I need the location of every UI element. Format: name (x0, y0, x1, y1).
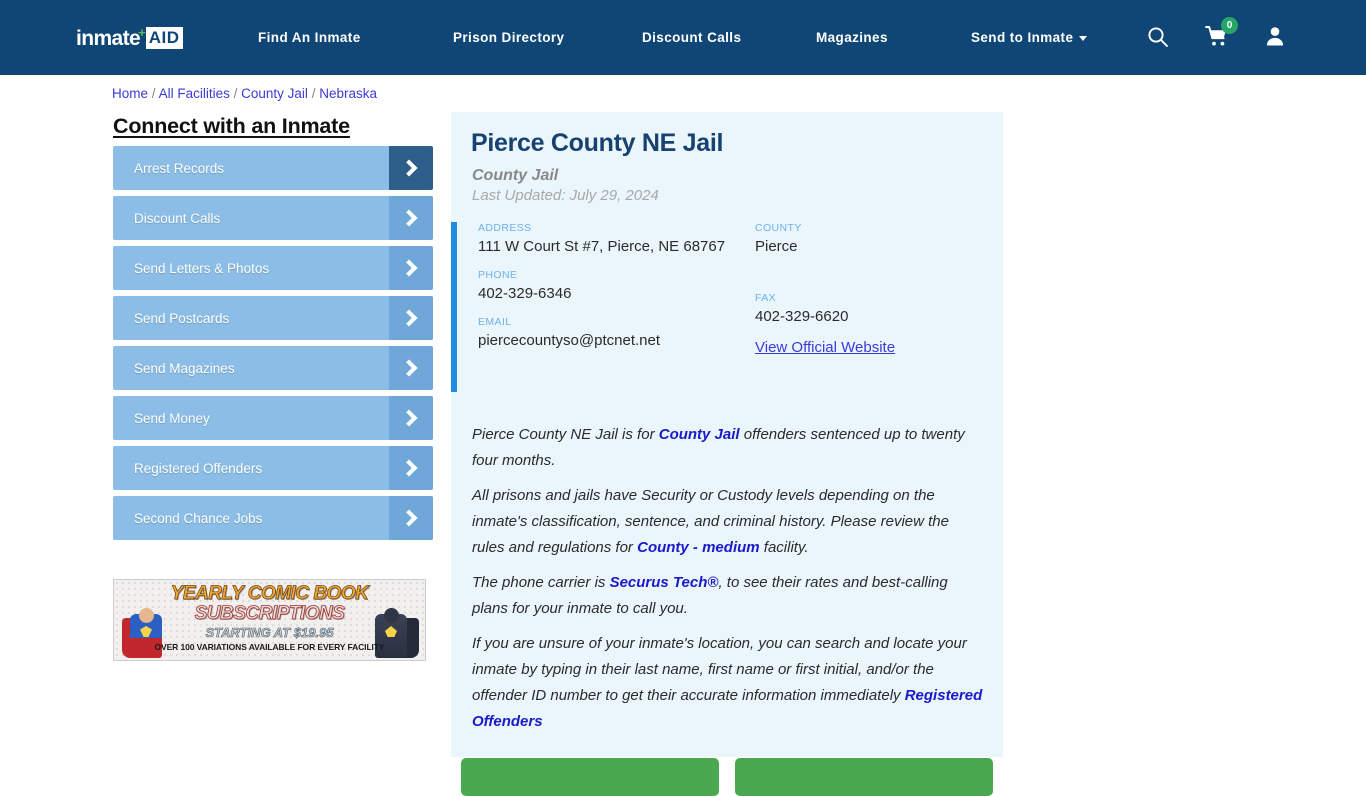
sidebar-item-label: Arrest Records (134, 160, 225, 176)
sidebar-item-send-letters-photos[interactable]: Send Letters & Photos (113, 246, 433, 290)
nav-item-find-an-inmate[interactable]: Find An Inmate (258, 30, 361, 45)
comic-book-ad-banner[interactable]: YEARLY COMIC BOOK SUBSCRIPTIONS STARTING… (113, 579, 426, 661)
nav-item-send-to-inmate[interactable]: Send to Inmate (971, 30, 1088, 45)
facility-type: County Jail (472, 167, 559, 184)
breadcrumb-item-home[interactable]: Home (112, 86, 148, 101)
cta-button-row (461, 758, 993, 796)
nav-item-discount-calls[interactable]: Discount Calls (642, 30, 741, 45)
chevron-right-icon (389, 146, 433, 190)
p2-text-c: facility. (759, 539, 809, 556)
p1-emphasis-county-jail: County Jail (658, 426, 740, 443)
county-label: COUNTY (755, 222, 802, 234)
logo-aid: AID (145, 27, 184, 49)
cta-button-secondary[interactable] (735, 758, 993, 796)
chevron-right-icon (389, 246, 433, 290)
info-column-right: COUNTY Pierce FAX 402-329-6620 View Offi… (755, 222, 985, 357)
breadcrumb-item-nebraska[interactable]: Nebraska (319, 86, 377, 101)
user-icon[interactable] (1264, 25, 1286, 52)
address-label: ADDRESS (478, 222, 532, 234)
sidebar-item-send-postcards[interactable]: Send Postcards (113, 296, 433, 340)
accent-bar (451, 222, 457, 392)
p4-text-a: If you are unsure of your inmate's locat… (472, 635, 967, 704)
ad-price-line: STARTING AT $19.95 (205, 625, 334, 641)
sidebar-menu: Arrest Records Discount Calls Send Lette… (113, 146, 433, 546)
sidebar-item-registered-offenders[interactable]: Registered Offenders (113, 446, 433, 490)
search-icon[interactable] (1147, 26, 1169, 53)
ad-subtext-line: OVER 100 VARIATIONS AVAILABLE FOR EVERY … (154, 642, 385, 652)
cart-icon[interactable]: 0 (1205, 17, 1238, 53)
sidebar-item-send-magazines[interactable]: Send Magazines (113, 346, 433, 390)
phone-label: PHONE (478, 269, 518, 281)
sidebar-item-send-money[interactable]: Send Money (113, 396, 433, 440)
sidebar-item-label: Second Chance Jobs (134, 510, 263, 526)
nav-item-send-to-inmate-label: Send to Inmate (971, 30, 1074, 45)
p2-emphasis-county-medium: County - medium (637, 539, 760, 556)
chevron-right-icon (389, 346, 433, 390)
breadcrumb-separator: / (311, 86, 316, 101)
nav-item-prison-directory[interactable]: Prison Directory (453, 30, 564, 45)
sidebar-item-discount-calls[interactable]: Discount Calls (113, 196, 433, 240)
county-value: Pierce (755, 238, 798, 255)
breadcrumb: Home / All Facilities / County Jail / Ne… (112, 86, 377, 101)
sidebar-item-label: Send Magazines (134, 360, 235, 376)
fax-label: FAX (755, 292, 777, 304)
breadcrumb-item-county-jail[interactable]: County Jail (241, 86, 308, 101)
info-column-left: ADDRESS 111 W Court St #7, Pierce, NE 68… (478, 222, 728, 363)
chevron-right-icon (389, 396, 433, 440)
ad-headline-line1: YEARLY COMIC BOOK (170, 583, 369, 605)
site-logo[interactable]: inmate + AID (76, 25, 184, 50)
email-field: EMAIL piercecountyso@ptcnet.net (478, 316, 728, 351)
address-field: ADDRESS 111 W Court St #7, Pierce, NE 68… (478, 222, 728, 257)
sidebar-item-label: Send Money (134, 410, 210, 426)
description-paragraph-4: If you are unsure of your inmate's locat… (472, 631, 984, 735)
ad-headline-line2: SUBSCRIPTIONS (194, 603, 345, 625)
logo-word: inmate (76, 26, 141, 50)
cart-count-badge: 0 (1221, 17, 1238, 34)
fax-value: 402-329-6620 (755, 308, 849, 325)
chevron-right-icon (389, 296, 433, 340)
facility-description: Pierce County NE Jail is for County Jail… (472, 422, 984, 744)
email-value: piercecountyso@ptcnet.net (478, 332, 660, 349)
p3-emphasis-securus-tech: Securus Tech® (609, 574, 719, 591)
facility-info-block: ADDRESS 111 W Court St #7, Pierce, NE 68… (451, 222, 1003, 392)
facility-detail-panel: Pierce County NE Jail County Jail Last U… (451, 112, 1003, 757)
phone-value: 402-329-6346 (478, 285, 572, 302)
chevron-right-icon (389, 496, 433, 540)
p1-text-a: Pierce County NE Jail is for (472, 426, 659, 443)
chevron-down-icon (1079, 36, 1088, 41)
phone-field: PHONE 402-329-6346 (478, 269, 728, 304)
sidebar-item-label: Send Letters & Photos (134, 260, 270, 276)
nav-item-magazines[interactable]: Magazines (816, 30, 888, 45)
sidebar-title: Connect with an Inmate (113, 114, 350, 138)
sidebar-item-arrest-records[interactable]: Arrest Records (113, 146, 433, 190)
description-paragraph-3: The phone carrier is Securus Tech®, to s… (472, 570, 984, 622)
logo-plus-icon: + (138, 25, 146, 40)
breadcrumb-separator: / (151, 86, 156, 101)
chevron-right-icon (389, 446, 433, 490)
fax-field: FAX 402-329-6620 (755, 292, 985, 327)
breadcrumb-item-all-facilities[interactable]: All Facilities (159, 86, 230, 101)
description-paragraph-1: Pierce County NE Jail is for County Jail… (472, 422, 984, 474)
email-label: EMAIL (478, 316, 512, 328)
page-title: Pierce County NE Jail (471, 129, 724, 157)
sidebar-item-label: Discount Calls (134, 210, 221, 226)
sidebar-item-label: Registered Offenders (134, 460, 263, 476)
sidebar-item-second-chance-jobs[interactable]: Second Chance Jobs (113, 496, 433, 540)
cta-button-primary[interactable] (461, 758, 719, 796)
breadcrumb-separator: / (233, 86, 238, 101)
official-website-link[interactable]: View Official Website (755, 339, 895, 356)
chevron-right-icon (389, 196, 433, 240)
sidebar-item-label: Send Postcards (134, 310, 230, 326)
description-paragraph-2: All prisons and jails have Security or C… (472, 483, 984, 561)
county-field: COUNTY Pierce (755, 222, 985, 257)
top-navigation-bar: inmate + AID Find An Inmate Prison Direc… (0, 0, 1366, 75)
address-value: 111 W Court St #7, Pierce, NE 68767 (478, 238, 726, 255)
last-updated-text: Last Updated: July 29, 2024 (472, 187, 659, 204)
p3-text-a: The phone carrier is (472, 574, 610, 591)
